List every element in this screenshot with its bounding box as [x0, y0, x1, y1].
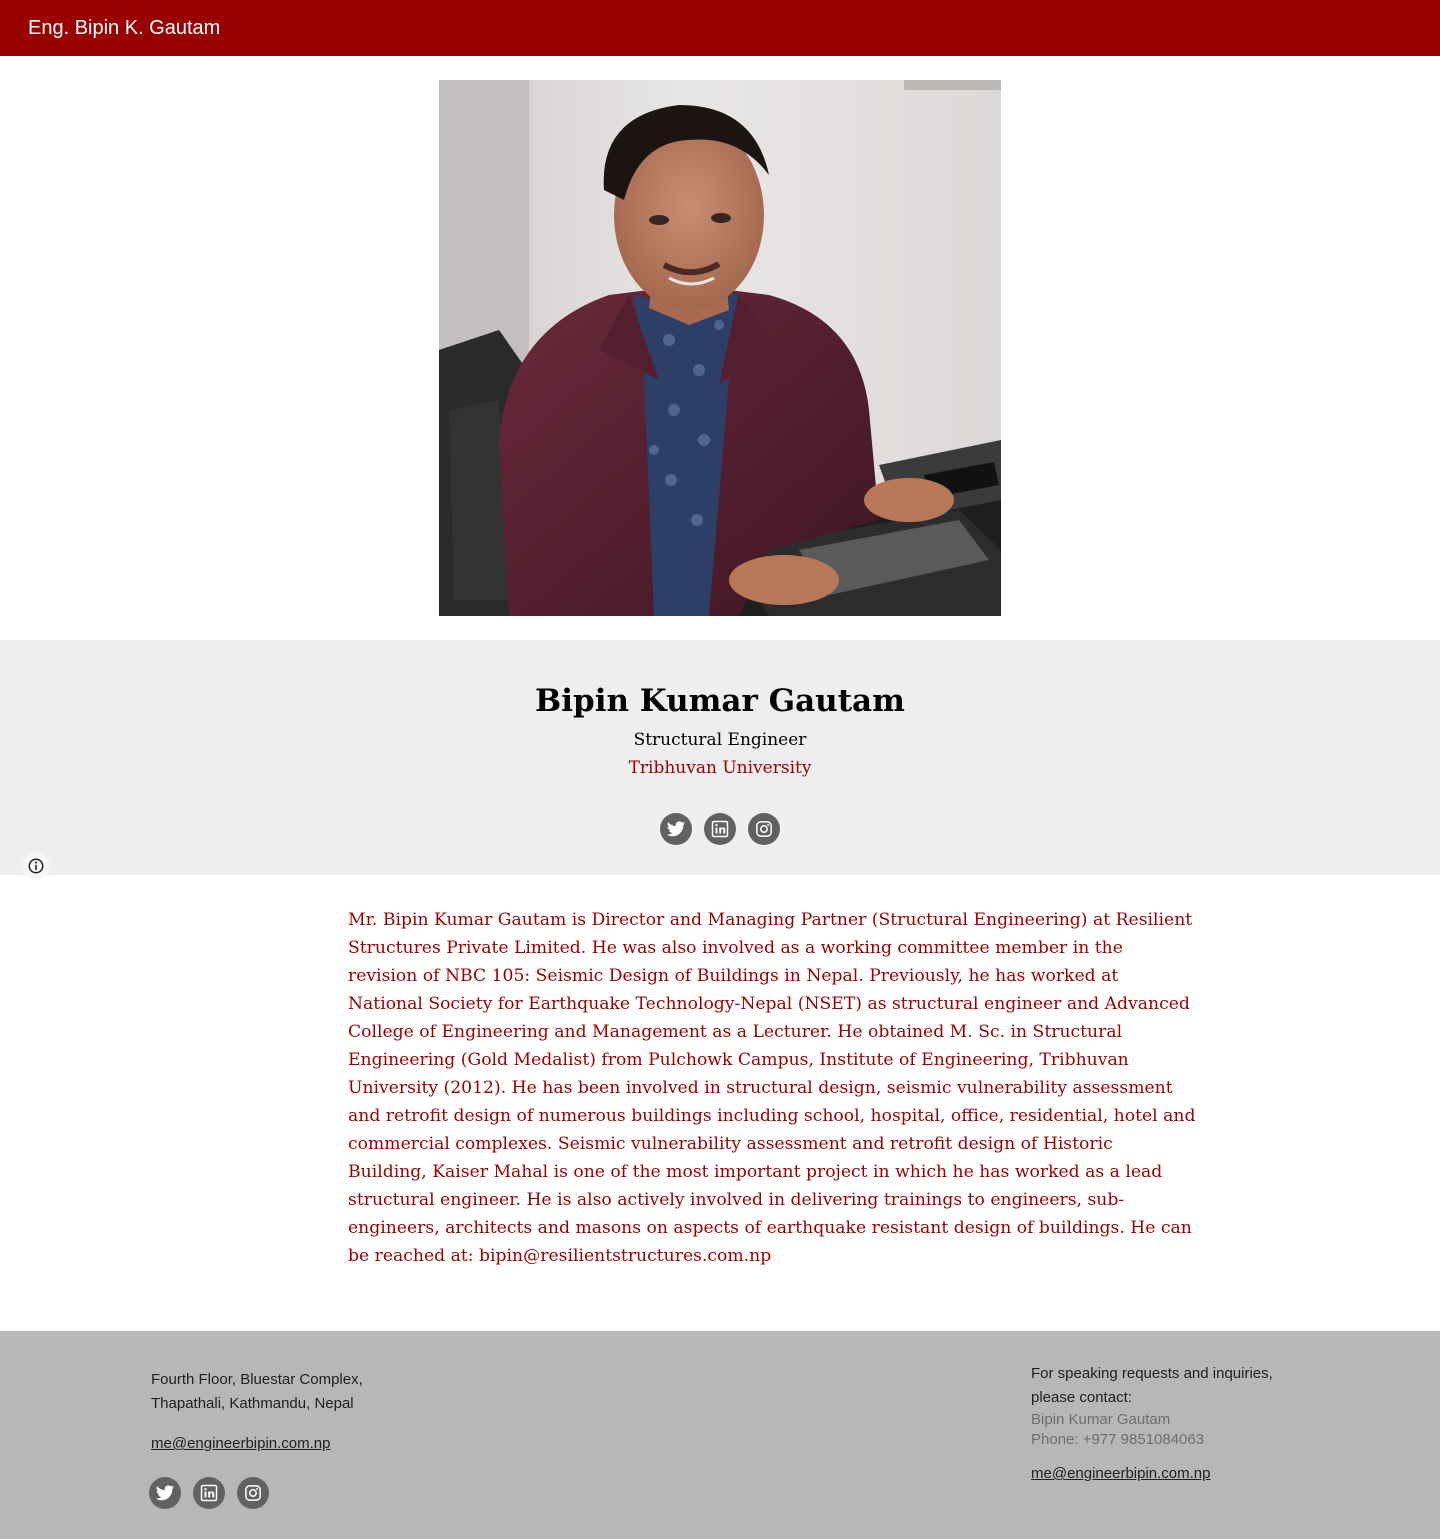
- footer-address: Fourth Floor, Bluestar Complex, Thapatha…: [151, 1368, 431, 1416]
- profile-photo-illustration: [439, 80, 1001, 616]
- linkedin-link[interactable]: [193, 1477, 225, 1509]
- instagram-link[interactable]: [748, 813, 780, 845]
- instagram-icon: [756, 821, 772, 837]
- linkedin-link[interactable]: [704, 813, 736, 845]
- footer-social-links: [149, 1477, 269, 1509]
- profile-role: Structural Engineer: [633, 730, 807, 750]
- site-title-link[interactable]: Eng. Bipin K. Gautam: [28, 16, 220, 40]
- linkedin-icon: [711, 820, 729, 838]
- profile-name: Bipin Kumar Gautam: [535, 683, 905, 719]
- linkedin-icon: [200, 1484, 218, 1502]
- address-line: Fourth Floor, Bluestar Complex,: [151, 1371, 363, 1388]
- site-info-button[interactable]: [22, 852, 50, 880]
- profile-photo: [439, 80, 1001, 616]
- footer-email-link[interactable]: me@engineerbipin.com.np: [151, 1432, 331, 1456]
- address-line: Thapathali, Kathmandu, Nepal: [151, 1395, 354, 1412]
- top-bar: Eng. Bipin K. Gautam: [0, 0, 1440, 56]
- instagram-icon: [245, 1485, 261, 1501]
- contact-name: Bipin Kumar Gautam: [1031, 1411, 1171, 1428]
- contact-intro: For speaking requests and inquiries, ple…: [1031, 1365, 1273, 1406]
- hero-social-links: [660, 813, 780, 845]
- twitter-link[interactable]: [149, 1477, 181, 1509]
- profile-affiliation: Tribhuvan University: [628, 758, 812, 778]
- contact-phone: Phone: +977 9851084063: [1031, 1431, 1205, 1448]
- biography-text: Mr. Bipin Kumar Gautam is Director and M…: [348, 910, 1196, 1266]
- twitter-icon: [155, 1485, 175, 1501]
- instagram-link[interactable]: [237, 1477, 269, 1509]
- twitter-icon: [666, 821, 686, 837]
- contact-email-link[interactable]: me@engineerbipin.com.np: [1031, 1462, 1211, 1486]
- info-icon: [28, 858, 44, 874]
- twitter-link[interactable]: [660, 813, 692, 845]
